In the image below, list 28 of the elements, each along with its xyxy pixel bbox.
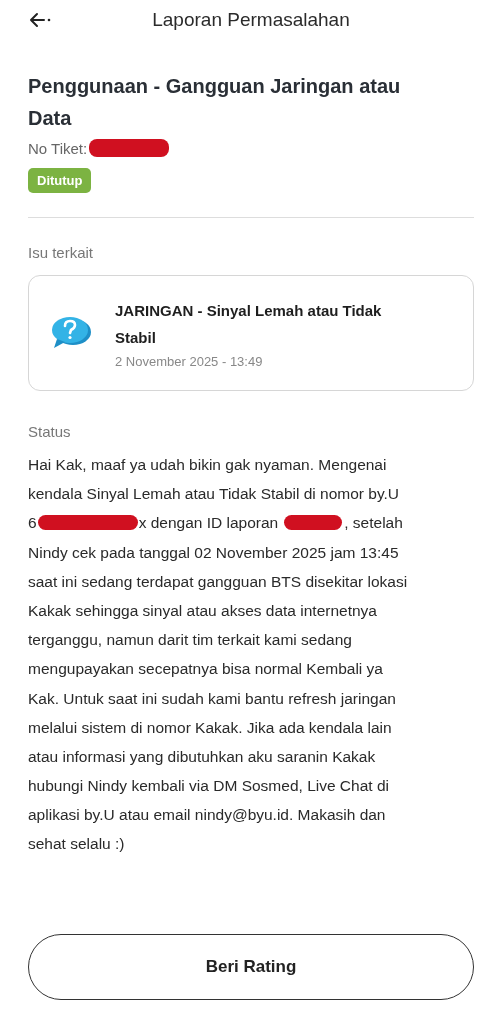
status-badge: Ditutup (28, 168, 92, 193)
message-text: saat ini sedang terdapat gangguan BTS disekitar lokasi (28, 571, 408, 592)
message-text: atau informasi yang dibutuhkan aku saranin Kakak (28, 746, 376, 767)
redaction-mark (284, 515, 343, 531)
message-text: melalui sistem di nomor Kakak. Jika ada kendala lain (28, 717, 392, 738)
message-text: hubungi Nindy kembali via DM Sosmed, Live Chat di (28, 776, 389, 797)
ticket-number-label: No Tiket: (28, 139, 88, 157)
message-text: mengupayakan secepatnya bisa normal Kembali ya (28, 659, 383, 680)
issue-title: JARINGAN - Sinyal Lemah atau Tidak Stabil (115, 301, 383, 348)
message-text: Kakak sehingga sinyal atau akses data internetnya (28, 600, 377, 621)
ticket-title: Penggunaan - Gangguan Jaringan atau Data (28, 74, 402, 131)
page-title: Laporan Permasalahan (151, 9, 351, 31)
message-text: , setelah (344, 513, 403, 534)
message-text: Kak. Untuk saat ini sudah kami bantu refresh jaringan (28, 688, 396, 709)
question-bubble-icon (49, 315, 93, 351)
message-text: Nindy cek pada tanggal 02 November 2025 jam 13:45 (28, 542, 399, 563)
message-text: aplikasi by.U atau email nindy@byu.id. Makasih dan (28, 805, 386, 826)
section-label: Status (28, 423, 72, 440)
issue-time: 2 November 2025 - 13:49 (115, 354, 264, 369)
message-text: sehat selalu :) (28, 834, 125, 855)
message-text: Hai Kak, maaf ya udah bikin gak nyaman. Mengenai (28, 455, 387, 475)
rating-button[interactable]: Beri Rating (28, 934, 474, 1000)
section-label: Isu terkait (28, 244, 95, 261)
message-text: kendala Sinyal Lemah atau Tidak Stabil di nomor by.U (28, 484, 400, 505)
message-text: 6 (28, 513, 37, 534)
issue-card[interactable]: JARINGAN - Sinyal Lemah atau Tidak Stabil 2 November 2025 - 13:49 (28, 275, 474, 391)
message-text: terganggu, namun darit tim terkait kami sedang (28, 630, 352, 651)
message-text: x dengan ID laporan (138, 513, 279, 534)
